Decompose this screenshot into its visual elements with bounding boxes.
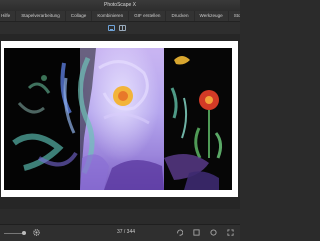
menu-item-hilfe[interactable]: Hilfe <box>0 11 17 21</box>
gear-icon[interactable] <box>32 228 41 237</box>
view-mode-bar <box>0 22 240 34</box>
photo-preview[interactable] <box>4 48 232 190</box>
menu-item-drucken[interactable]: Drucken <box>166 11 195 21</box>
compare-icon[interactable] <box>193 229 200 236</box>
split-view-button[interactable] <box>119 25 126 31</box>
fullscreen-icon[interactable] <box>227 229 234 236</box>
rotate-icon[interactable] <box>176 229 183 236</box>
menu-item-gif-erstellen[interactable]: GIF erstellen <box>129 11 167 21</box>
menu-item-collage[interactable]: Collage <box>66 11 93 21</box>
menu-item-werkzeuge[interactable]: Werkzeuge <box>195 11 229 21</box>
menu-bar: Hilfe Stapelverarbeitung Collage Kombini… <box>0 11 240 22</box>
info-icon[interactable] <box>210 229 217 236</box>
bottom-toolbar: 37 / 344 <box>0 224 240 241</box>
page-counter: 37 / 344 <box>116 229 136 235</box>
painting-image <box>4 48 232 190</box>
single-view-button[interactable] <box>108 25 115 31</box>
window-title: PhotoScape X <box>0 0 240 11</box>
zoom-slider-handle[interactable] <box>22 231 26 235</box>
menu-item-stapelverarbeitung[interactable]: Stapelverarbeitung <box>16 11 66 21</box>
menu-item-store[interactable]: Store <box>229 11 240 21</box>
menu-item-kombinieren[interactable]: Kombinieren <box>92 11 130 21</box>
